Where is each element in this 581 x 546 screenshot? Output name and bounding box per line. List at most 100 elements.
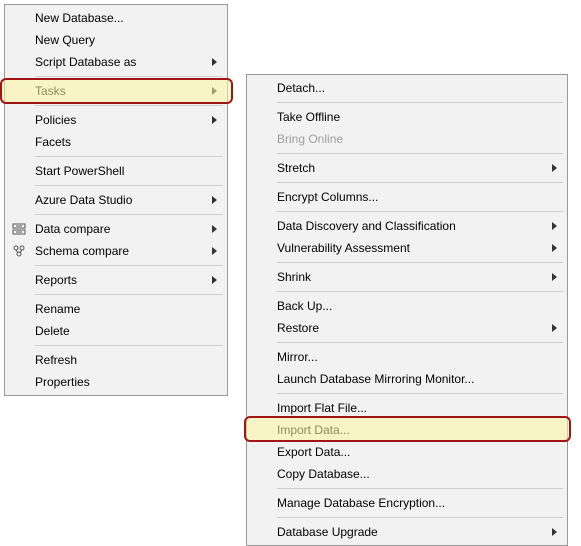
menu-label: Manage Database Encryption...	[277, 496, 559, 510]
menu-label: Azure Data Studio	[35, 193, 219, 207]
menu-item-data-discovery[interactable]: Data Discovery and Classification	[249, 215, 565, 237]
menu-separator	[35, 214, 223, 215]
menu-separator	[277, 342, 563, 343]
menu-label: Tasks	[35, 84, 219, 98]
menu-item-new-query[interactable]: New Query	[7, 29, 225, 51]
menu-separator	[35, 345, 223, 346]
context-menu-tasks: Detach... Take Offline Bring Online Stre…	[246, 74, 568, 546]
menu-item-start-powershell[interactable]: Start PowerShell	[7, 160, 225, 182]
menu-label: Bring Online	[277, 132, 559, 146]
menu-label: Data compare	[35, 222, 219, 236]
menu-separator	[277, 262, 563, 263]
menu-item-database-upgrade[interactable]: Database Upgrade	[249, 521, 565, 543]
menu-item-export-data[interactable]: Export Data...	[249, 441, 565, 463]
menu-item-detach[interactable]: Detach...	[249, 77, 565, 99]
submenu-arrow-icon	[212, 225, 217, 233]
menu-item-properties[interactable]: Properties	[7, 371, 225, 393]
menu-item-mirror[interactable]: Mirror...	[249, 346, 565, 368]
menu-item-import-flat-file[interactable]: Import Flat File...	[249, 397, 565, 419]
menu-item-data-compare[interactable]: Data compare	[7, 218, 225, 240]
menu-item-vulnerability-assessment[interactable]: Vulnerability Assessment	[249, 237, 565, 259]
menu-item-back-up[interactable]: Back Up...	[249, 295, 565, 317]
menu-item-new-database[interactable]: New Database...	[7, 7, 225, 29]
submenu-arrow-icon	[212, 87, 217, 95]
menu-item-refresh[interactable]: Refresh	[7, 349, 225, 371]
menu-item-azure-data-studio[interactable]: Azure Data Studio	[7, 189, 225, 211]
menu-label: Refresh	[35, 353, 219, 367]
menu-item-import-data[interactable]: Import Data...	[249, 419, 565, 441]
menu-item-facets[interactable]: Facets	[7, 131, 225, 153]
menu-separator	[277, 182, 563, 183]
menu-item-take-offline[interactable]: Take Offline	[249, 106, 565, 128]
menu-item-copy-database[interactable]: Copy Database...	[249, 463, 565, 485]
menu-item-bring-online: Bring Online	[249, 128, 565, 150]
menu-item-delete[interactable]: Delete	[7, 320, 225, 342]
menu-separator	[277, 393, 563, 394]
menu-separator	[277, 291, 563, 292]
menu-label: Data Discovery and Classification	[277, 219, 559, 233]
context-menu-primary: New Database... New Query Script Databas…	[4, 4, 228, 396]
submenu-arrow-icon	[552, 222, 557, 230]
submenu-arrow-icon	[212, 196, 217, 204]
schema-compare-icon	[11, 243, 27, 259]
menu-item-encrypt-columns[interactable]: Encrypt Columns...	[249, 186, 565, 208]
menu-label: Stretch	[277, 161, 559, 175]
submenu-arrow-icon	[212, 116, 217, 124]
menu-item-rename[interactable]: Rename	[7, 298, 225, 320]
menu-label: Policies	[35, 113, 219, 127]
menu-label: Facets	[35, 135, 219, 149]
menu-separator	[277, 517, 563, 518]
menu-separator	[277, 102, 563, 103]
menu-label: New Query	[35, 33, 219, 47]
menu-label: Schema compare	[35, 244, 219, 258]
menu-item-shrink[interactable]: Shrink	[249, 266, 565, 288]
menu-item-policies[interactable]: Policies	[7, 109, 225, 131]
menu-label: Copy Database...	[277, 467, 559, 481]
menu-label: Launch Database Mirroring Monitor...	[277, 372, 559, 386]
menu-label: Vulnerability Assessment	[277, 241, 559, 255]
menu-separator	[35, 294, 223, 295]
menu-separator	[35, 185, 223, 186]
menu-separator	[277, 211, 563, 212]
menu-label: Shrink	[277, 270, 559, 284]
menu-label: Back Up...	[277, 299, 559, 313]
menu-separator	[35, 76, 223, 77]
submenu-arrow-icon	[552, 273, 557, 281]
menu-label: Import Data...	[277, 423, 559, 437]
menu-item-script-database-as[interactable]: Script Database as	[7, 51, 225, 73]
menu-separator	[277, 153, 563, 154]
menu-label: Script Database as	[35, 55, 219, 69]
menu-label: Database Upgrade	[277, 525, 559, 539]
menu-label: Export Data...	[277, 445, 559, 459]
submenu-arrow-icon	[212, 247, 217, 255]
menu-item-manage-db-encryption[interactable]: Manage Database Encryption...	[249, 492, 565, 514]
menu-label: Rename	[35, 302, 219, 316]
menu-item-reports[interactable]: Reports	[7, 269, 225, 291]
menu-item-launch-mirroring-monitor[interactable]: Launch Database Mirroring Monitor...	[249, 368, 565, 390]
submenu-arrow-icon	[212, 276, 217, 284]
submenu-arrow-icon	[212, 58, 217, 66]
menu-item-stretch[interactable]: Stretch	[249, 157, 565, 179]
menu-separator	[35, 156, 223, 157]
submenu-arrow-icon	[552, 244, 557, 252]
data-compare-icon	[11, 221, 27, 237]
menu-label: Delete	[35, 324, 219, 338]
menu-label: Reports	[35, 273, 219, 287]
menu-label: Encrypt Columns...	[277, 190, 559, 204]
menu-label: Take Offline	[277, 110, 559, 124]
menu-item-tasks[interactable]: Tasks	[7, 80, 225, 102]
submenu-arrow-icon	[552, 164, 557, 172]
menu-label: Import Flat File...	[277, 401, 559, 415]
menu-separator	[277, 488, 563, 489]
menu-separator	[35, 105, 223, 106]
menu-label: Start PowerShell	[35, 164, 219, 178]
menu-label: Detach...	[277, 81, 559, 95]
submenu-arrow-icon	[552, 324, 557, 332]
menu-label: New Database...	[35, 11, 219, 25]
menu-label: Mirror...	[277, 350, 559, 364]
menu-separator	[35, 265, 223, 266]
menu-item-schema-compare[interactable]: Schema compare	[7, 240, 225, 262]
menu-label: Restore	[277, 321, 559, 335]
menu-label: Properties	[35, 375, 219, 389]
menu-item-restore[interactable]: Restore	[249, 317, 565, 339]
